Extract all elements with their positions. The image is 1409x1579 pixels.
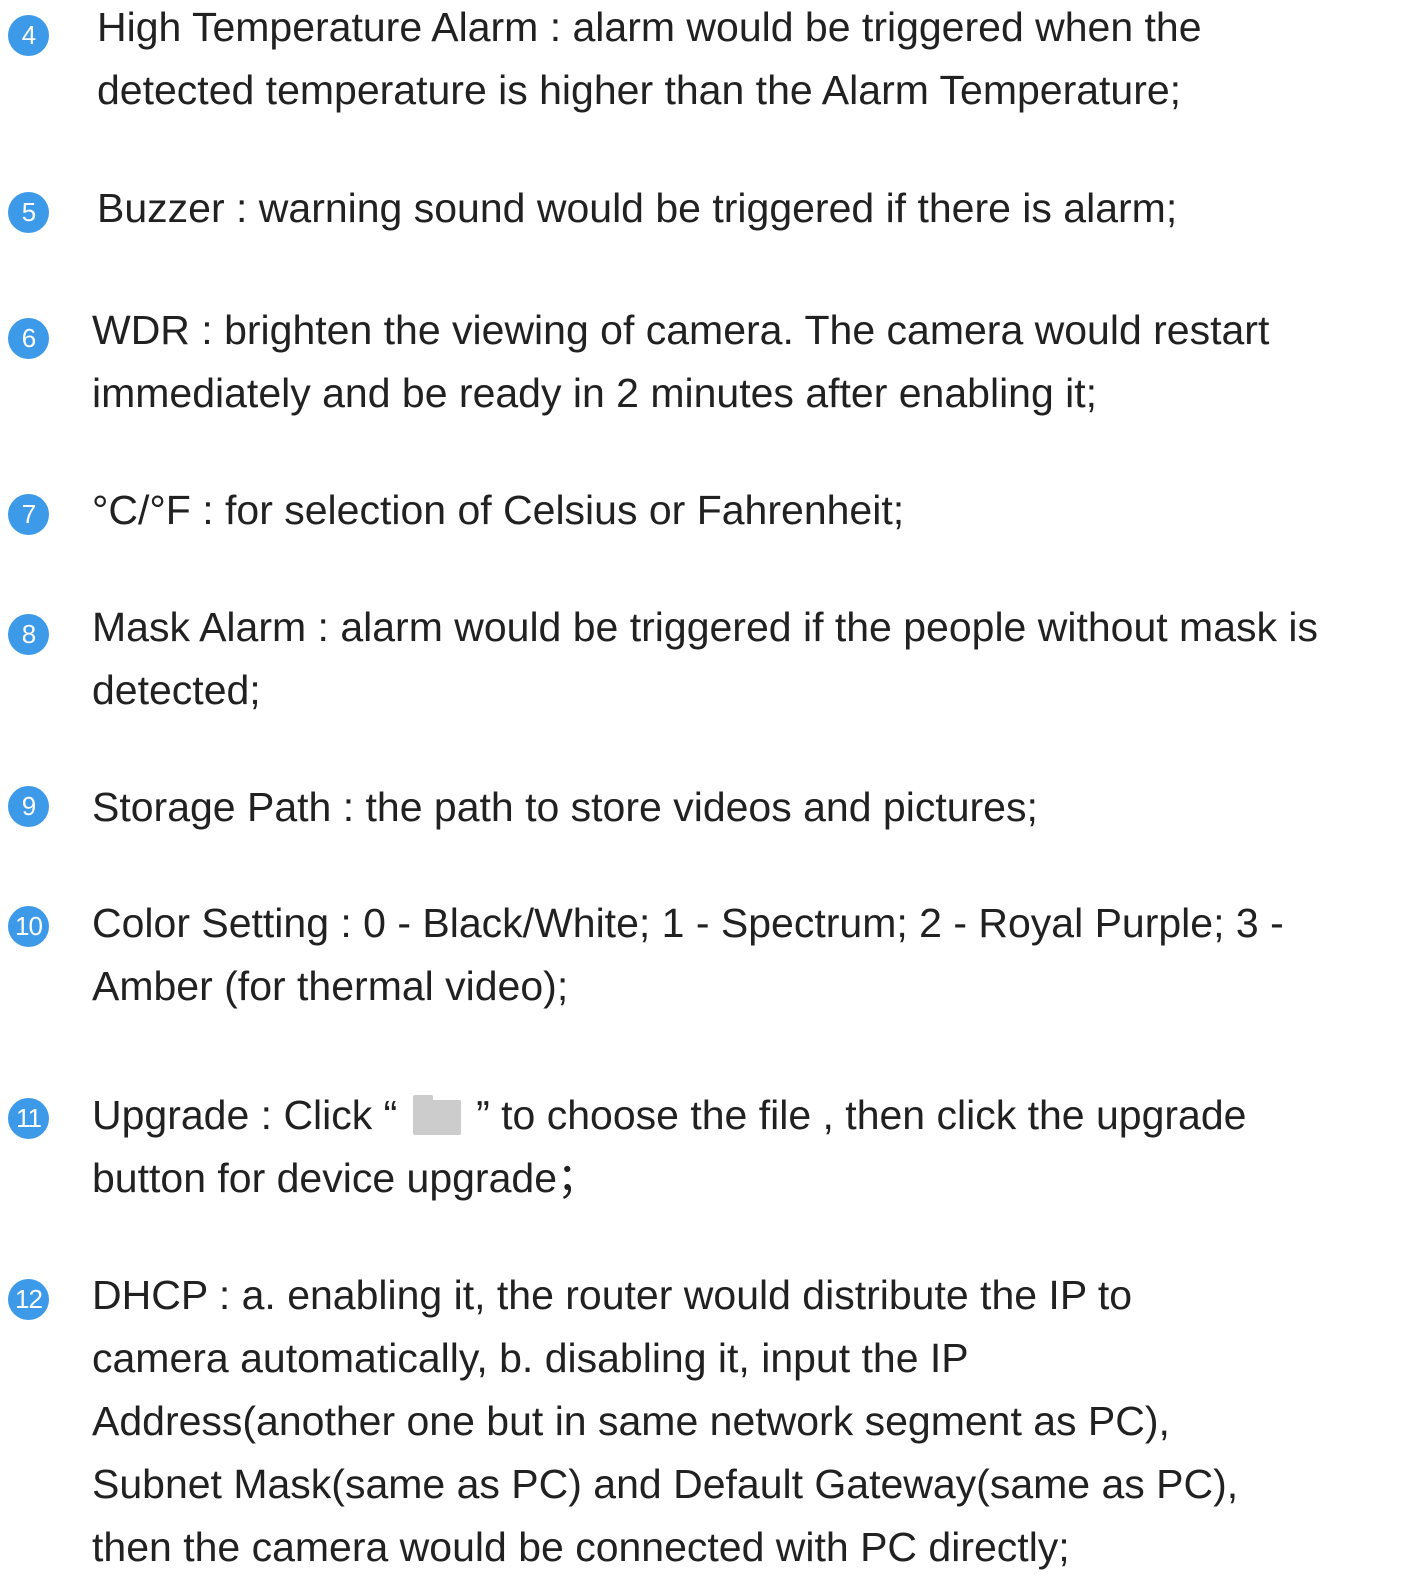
text-line: Amber (for thermal video); bbox=[92, 963, 569, 1009]
number-badge: 6 bbox=[8, 318, 49, 359]
item-text: Color Setting : 0 - Black/White; 1 - Spe… bbox=[92, 892, 1284, 1018]
text-line: immediately and be ready in 2 minutes af… bbox=[92, 370, 1098, 416]
text-line: Mask Alarm : alarm would be triggered if… bbox=[92, 604, 1318, 650]
text-line: Color Setting : 0 - Black/White; 1 - Spe… bbox=[92, 900, 1284, 946]
item-text: Upgrade : Click “ ” to choose the file ,… bbox=[92, 1084, 1246, 1210]
text-line: Subnet Mask(same as PC) and Default Gate… bbox=[92, 1461, 1239, 1507]
number-badge: 4 bbox=[8, 15, 49, 56]
text-line: °C/°F : for selection of Celsius or Fahr… bbox=[92, 487, 905, 533]
text-line: detected; bbox=[92, 667, 261, 713]
text-line: Buzzer : warning sound would be triggere… bbox=[97, 185, 1178, 231]
number-badge: 7 bbox=[8, 494, 49, 535]
item-text: High Temperature Alarm : alarm would be … bbox=[97, 0, 1202, 122]
folder-icon bbox=[412, 1095, 461, 1135]
text-line: button for device upgrade； bbox=[92, 1155, 598, 1201]
text-line: detected temperature is higher than the … bbox=[97, 67, 1182, 113]
item-text: DHCP : a. enabling it, the router would … bbox=[92, 1264, 1238, 1579]
text-line: Storage Path : the path to store videos … bbox=[92, 784, 1038, 830]
text-line: High Temperature Alarm : alarm would be … bbox=[97, 4, 1202, 50]
item-text: Buzzer : warning sound would be triggere… bbox=[97, 177, 1177, 240]
text-line: Address(another one but in same network … bbox=[92, 1398, 1170, 1444]
number-badge: 5 bbox=[8, 192, 49, 233]
text-segment: ” to choose the file , then click the up… bbox=[464, 1092, 1247, 1138]
item-text: °C/°F : for selection of Celsius or Fahr… bbox=[92, 479, 904, 542]
item-text: Mask Alarm : alarm would be triggered if… bbox=[92, 596, 1318, 722]
number-badge: 8 bbox=[8, 614, 49, 655]
text-segment: Upgrade : Click “ bbox=[92, 1092, 409, 1138]
text-line: WDR : brighten the viewing of camera. Th… bbox=[92, 307, 1270, 353]
text-line: then the camera would be connected with … bbox=[92, 1524, 1070, 1570]
number-badge: 9 bbox=[8, 786, 49, 827]
item-text: Storage Path : the path to store videos … bbox=[92, 776, 1038, 839]
number-badge: 10 bbox=[8, 906, 49, 947]
text-line: camera automatically, b. disabling it, i… bbox=[92, 1335, 969, 1381]
text-line: DHCP : a. enabling it, the router would … bbox=[92, 1272, 1133, 1318]
item-text: WDR : brighten the viewing of camera. Th… bbox=[92, 299, 1269, 425]
text-line: Upgrade : Click “ ” to choose the file ,… bbox=[92, 1084, 1246, 1147]
number-badge: 11 bbox=[8, 1098, 49, 1139]
number-badge: 12 bbox=[8, 1279, 49, 1320]
